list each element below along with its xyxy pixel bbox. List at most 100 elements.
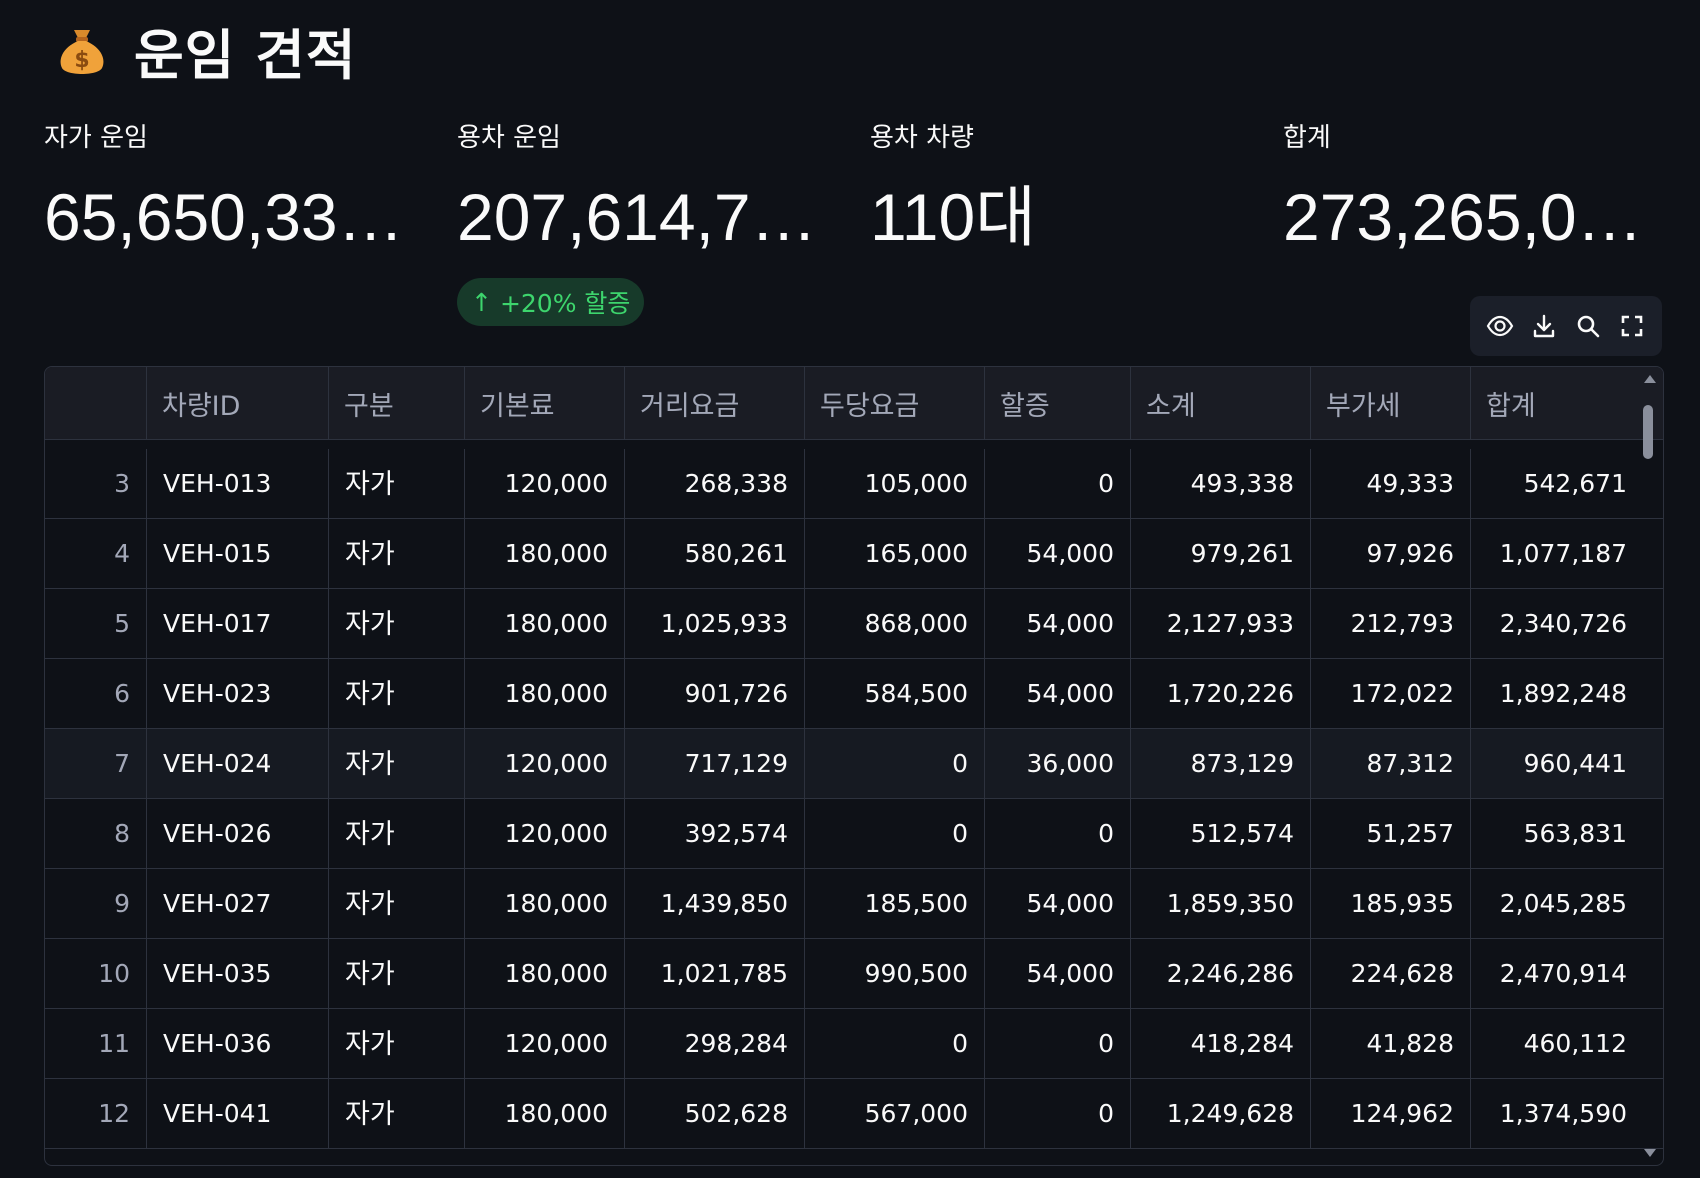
cell-vehicle-id[interactable]: VEH-023 [147,659,329,728]
cell-subtotal[interactable]: 1,859,350 [1131,869,1311,938]
cell-base-fee[interactable]: 180,000 [465,659,625,728]
cell-total[interactable]: 460,112 [1471,1009,1643,1078]
column-header-per-head-fee[interactable]: 두당요금 [805,367,985,439]
cell-distance-fee[interactable]: 392,574 [625,799,805,868]
cell-vat[interactable]: 41,828 [1311,1009,1471,1078]
cell-distance-fee[interactable]: 580,261 [625,519,805,588]
cell-total[interactable]: 1,374,590 [1471,1079,1643,1148]
cell-subtotal[interactable]: 1,249,628 [1131,1079,1311,1148]
table-row[interactable]: 3 VEH-013 자가 120,000 268,338 105,000 0 4… [45,449,1663,519]
table-row[interactable]: 10 VEH-035 자가 180,000 1,021,785 990,500 … [45,939,1663,1009]
cell-per-head-fee[interactable]: 0 [805,799,985,868]
cell-distance-fee[interactable]: 1,021,785 [625,939,805,1008]
cell-distance-fee[interactable]: 1,439,850 [625,869,805,938]
cell-per-head-fee[interactable]: 165,000 [805,519,985,588]
cell-per-head-fee[interactable]: 567,000 [805,1079,985,1148]
fullscreen-icon[interactable] [1614,308,1650,344]
cell-per-head-fee[interactable]: 0 [805,1009,985,1078]
cell-per-head-fee[interactable]: 990,500 [805,939,985,1008]
cell-vehicle-id[interactable]: VEH-026 [147,799,329,868]
column-header-base-fee[interactable]: 기본료 [465,367,625,439]
cell-subtotal[interactable]: 2,127,933 [1131,589,1311,658]
cell-base-fee[interactable]: 180,000 [465,519,625,588]
cell-subtotal[interactable]: 512,574 [1131,799,1311,868]
cell-base-fee[interactable]: 180,000 [465,1079,625,1148]
cell-total[interactable]: 2,045,285 [1471,869,1643,938]
scroll-down-arrow-icon[interactable] [1644,1149,1656,1157]
scrollbar-thumb[interactable] [1643,405,1653,459]
table-scrollbar[interactable] [1639,367,1661,1165]
table-row[interactable]: 9 VEH-027 자가 180,000 1,439,850 185,500 5… [45,869,1663,939]
cell-subtotal[interactable]: 873,129 [1131,729,1311,798]
cell-type[interactable]: 자가 [329,729,465,798]
cell-vat[interactable]: 224,628 [1311,939,1471,1008]
data-table[interactable]: 차량ID 구분 기본료 거리요금 두당요금 할증 소계 부가세 합계 3 VEH… [44,366,1664,1166]
cell-surcharge[interactable]: 54,000 [985,589,1131,658]
cell-type[interactable]: 자가 [329,449,465,518]
cell-total[interactable]: 2,340,726 [1471,589,1643,658]
cell-per-head-fee[interactable]: 868,000 [805,589,985,658]
cell-total[interactable]: 563,831 [1471,799,1643,868]
cell-type[interactable]: 자가 [329,519,465,588]
column-header-surcharge[interactable]: 할증 [985,367,1131,439]
cell-surcharge[interactable]: 36,000 [985,729,1131,798]
cell-total[interactable]: 2,470,914 [1471,939,1643,1008]
cell-type[interactable]: 자가 [329,869,465,938]
cell-subtotal[interactable]: 493,338 [1131,449,1311,518]
table-row[interactable]: 8 VEH-026 자가 120,000 392,574 0 0 512,574… [45,799,1663,869]
column-header-index[interactable] [45,367,147,439]
cell-surcharge[interactable]: 0 [985,449,1131,518]
cell-surcharge[interactable]: 54,000 [985,659,1131,728]
column-header-type[interactable]: 구분 [329,367,465,439]
download-icon[interactable] [1526,308,1562,344]
cell-type[interactable]: 자가 [329,589,465,658]
search-icon[interactable] [1570,308,1606,344]
cell-total[interactable]: 960,441 [1471,729,1643,798]
cell-vehicle-id[interactable]: VEH-024 [147,729,329,798]
table-row[interactable]: 11 VEH-036 자가 120,000 298,284 0 0 418,28… [45,1009,1663,1079]
cell-surcharge[interactable]: 54,000 [985,869,1131,938]
cell-surcharge[interactable]: 54,000 [985,519,1131,588]
cell-type[interactable]: 자가 [329,939,465,1008]
cell-vehicle-id[interactable]: VEH-015 [147,519,329,588]
cell-subtotal[interactable]: 418,284 [1131,1009,1311,1078]
cell-vehicle-id[interactable]: VEH-041 [147,1079,329,1148]
cell-type[interactable]: 자가 [329,1009,465,1078]
cell-distance-fee[interactable]: 901,726 [625,659,805,728]
cell-total[interactable]: 1,892,248 [1471,659,1643,728]
cell-vehicle-id[interactable]: VEH-036 [147,1009,329,1078]
cell-distance-fee[interactable]: 1,025,933 [625,589,805,658]
column-header-total[interactable]: 합계 [1471,367,1643,439]
cell-type[interactable]: 자가 [329,1079,465,1148]
cell-vat[interactable]: 97,926 [1311,519,1471,588]
cell-per-head-fee[interactable]: 185,500 [805,869,985,938]
cell-distance-fee[interactable]: 502,628 [625,1079,805,1148]
cell-surcharge[interactable]: 0 [985,799,1131,868]
cell-base-fee[interactable]: 120,000 [465,1009,625,1078]
cell-surcharge[interactable]: 54,000 [985,939,1131,1008]
cell-base-fee[interactable]: 120,000 [465,799,625,868]
cell-subtotal[interactable]: 2,246,286 [1131,939,1311,1008]
cell-subtotal[interactable]: 979,261 [1131,519,1311,588]
cell-base-fee[interactable]: 180,000 [465,939,625,1008]
column-header-vat[interactable]: 부가세 [1311,367,1471,439]
cell-per-head-fee[interactable]: 105,000 [805,449,985,518]
eye-icon[interactable] [1482,308,1518,344]
cell-vehicle-id[interactable]: VEH-027 [147,869,329,938]
cell-base-fee[interactable]: 120,000 [465,449,625,518]
cell-per-head-fee[interactable]: 584,500 [805,659,985,728]
cell-vat[interactable]: 172,022 [1311,659,1471,728]
cell-base-fee[interactable]: 180,000 [465,869,625,938]
cell-vat[interactable]: 212,793 [1311,589,1471,658]
table-row[interactable]: 6 VEH-023 자가 180,000 901,726 584,500 54,… [45,659,1663,729]
cell-base-fee[interactable]: 120,000 [465,729,625,798]
column-header-vehicle-id[interactable]: 차량ID [147,367,329,439]
table-row[interactable]: 12 VEH-041 자가 180,000 502,628 567,000 0 … [45,1079,1663,1149]
table-row[interactable]: 5 VEH-017 자가 180,000 1,025,933 868,000 5… [45,589,1663,659]
cell-surcharge[interactable]: 0 [985,1079,1131,1148]
cell-vat[interactable]: 124,962 [1311,1079,1471,1148]
column-header-distance-fee[interactable]: 거리요금 [625,367,805,439]
cell-subtotal[interactable]: 1,720,226 [1131,659,1311,728]
cell-vat[interactable]: 185,935 [1311,869,1471,938]
cell-type[interactable]: 자가 [329,659,465,728]
